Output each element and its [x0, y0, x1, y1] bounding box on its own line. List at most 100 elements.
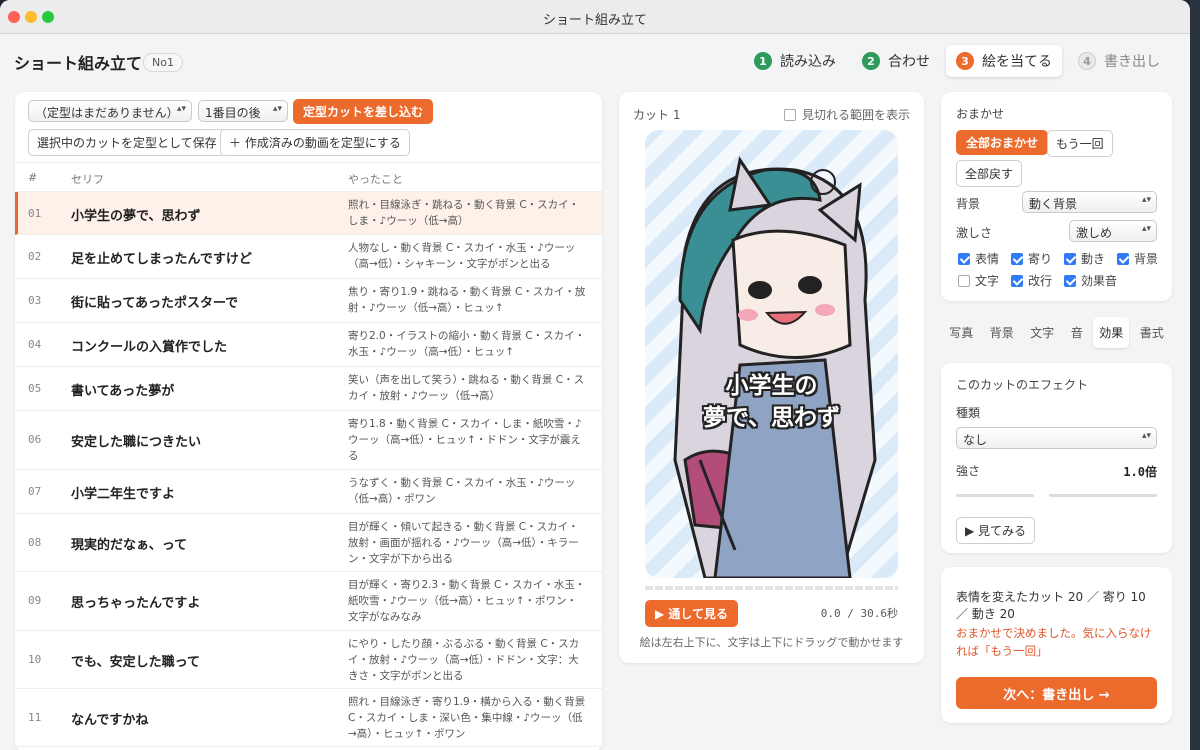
step-label: 合わせ: [888, 54, 930, 70]
table-row[interactable]: 02 足を止めてしまったんですけど 人物なし・動く背景 C・スカイ・水玉・♪ウー…: [15, 235, 602, 279]
summary-note: おまかせで決めました。気に入らなければ「もう一回」: [956, 626, 1152, 658]
table-row[interactable]: 09 思っちゃったんですよ 目が輝く・寄り2.3・動く背景 C・スカイ・水玉・紙…: [15, 572, 602, 631]
check-background[interactable]: 背景: [1117, 250, 1158, 267]
preview-effect-button[interactable]: ▶ 見てみる: [956, 517, 1036, 544]
row-done: 笑い（声を出して笑う）・跳ねる・動く背景 C・スカイ・放射・♪ウーッ（低→高）: [348, 374, 585, 402]
table-row[interactable]: 08 現実的だなぁ、って 目が輝く・傾いて起きる・動く背景 C・スカイ・放射・画…: [15, 514, 602, 572]
preview-canvas[interactable]: 小学生の 夢で、思わず: [645, 130, 898, 578]
step-export[interactable]: 4 書き出し: [1068, 45, 1170, 77]
select-arrows-icon: ▴▾: [1141, 224, 1151, 234]
row-line: なんですかね: [71, 713, 149, 728]
check-sound-effect[interactable]: 効果音: [1064, 272, 1117, 289]
row-number: 02: [28, 250, 42, 263]
table-header: # セリフ やったこと: [15, 162, 602, 192]
row-done: 照れ・目線泳ぎ・跳ねる・動く背景 C・スカイ・しま・♪ウーッ（低→高）: [348, 199, 580, 227]
background-select[interactable]: 動く背景 ▴▾: [1022, 191, 1157, 213]
template-select[interactable]: （定型はまだありません） ▴▾: [28, 100, 192, 122]
check-expression[interactable]: 表情: [958, 250, 999, 267]
checkbox-icon[interactable]: [783, 108, 796, 121]
row-number: 10: [28, 653, 42, 666]
strength-slider-right[interactable]: [1049, 494, 1157, 497]
summary-panel: 表情を変えたカット 20 ／ 寄り 10 ／ 動き 20 おまかせで決めました。…: [941, 567, 1172, 723]
row-line: 小学生の夢で、思わず: [71, 209, 201, 224]
position-select[interactable]: 1番目の後 ▴▾: [198, 100, 288, 122]
intensity-label: 激しさ: [956, 226, 993, 240]
tab-effect[interactable]: 効果: [1093, 316, 1130, 348]
effect-type-select[interactable]: なし ▴▾: [956, 427, 1157, 449]
row-number: 04: [28, 338, 42, 351]
page-title: ショート組み立て: [14, 54, 143, 73]
show-range-toggle[interactable]: 見切れる範囲を表示: [783, 106, 910, 123]
row-number: 09: [28, 594, 42, 607]
checkbox-icon[interactable]: [1117, 252, 1129, 265]
check-linebreak[interactable]: 改行: [1011, 272, 1052, 289]
strength-label: 強さ: [956, 464, 981, 478]
checkbox-icon[interactable]: [1011, 274, 1023, 287]
next-export-button[interactable]: 次へ：書き出し →: [956, 677, 1157, 709]
tab-format[interactable]: 書式: [1134, 317, 1170, 348]
app-header: ショート組み立て No1 1 読み込み 2 合わせ 3 絵を当てる 4 書き出し: [0, 34, 1190, 90]
checkbox-icon[interactable]: [958, 252, 970, 265]
row-line: 書いてあった夢が: [71, 384, 175, 399]
check-label: 動き: [1081, 252, 1106, 266]
caption-line-2: 夢で、思わず: [702, 405, 841, 431]
cut-label: カット 1: [633, 108, 681, 122]
check-text[interactable]: 文字: [958, 272, 999, 289]
reset-all-button[interactable]: 全部戻す: [956, 160, 1023, 187]
step-label: 絵を当てる: [982, 54, 1052, 70]
tab-sound[interactable]: 音: [1065, 317, 1089, 348]
project-badge: No1: [143, 53, 183, 72]
caption-overlay[interactable]: 小学生の 夢で、思わず: [645, 370, 898, 434]
table-row[interactable]: 03 街に貼ってあったポスターで 焦り・寄り1.9・跳ねる・動く背景 C・スカイ…: [15, 279, 602, 323]
background-select-value: 動く背景: [1029, 197, 1078, 211]
save-as-template-button[interactable]: 選択中のカットを定型として保存: [28, 129, 226, 156]
row-done: 照れ・目線泳ぎ・寄り1.9・横から入る・動く背景 C・スカイ・しま・深い色・集中…: [348, 696, 586, 740]
step-nav: 1 読み込み 2 合わせ 3 絵を当てる 4 書き出し: [744, 45, 1170, 77]
row-number: 01: [28, 207, 42, 220]
title-bar: ショート組み立て: [0, 0, 1190, 34]
table-row[interactable]: 10 でも、安定した職って にやり・したり顔・ぶるぶる・動く背景 C・スカイ・放…: [15, 631, 602, 689]
checkbox-icon[interactable]: [1064, 274, 1076, 287]
step-load[interactable]: 1 読み込み: [744, 45, 846, 77]
effect-type-value: なし: [963, 433, 988, 447]
tab-background[interactable]: 背景: [984, 317, 1020, 348]
check-label: 効果音: [1081, 274, 1118, 288]
insert-template-button[interactable]: 定型カットを差し込む: [293, 99, 434, 124]
character-illustration[interactable]: [645, 130, 898, 578]
tab-photo[interactable]: 写真: [943, 317, 979, 348]
strength-slider-left[interactable]: [956, 494, 1034, 497]
row-done: 寄り1.8・動く背景 C・スカイ・しま・紙吹雪・♪ウーッ（高→低）・ヒュッ↑・ド…: [348, 418, 582, 462]
table-row[interactable]: 07 小学二年生ですよ うなずく・動く背景 C・スカイ・水玉・♪ウーッ（低→高）…: [15, 470, 602, 514]
desktop-background: [1190, 0, 1200, 750]
summary-stats: 表情を変えたカット 20 ／ 寄り 10 ／ 動き 20: [956, 590, 1146, 621]
retry-button[interactable]: もう一回: [1047, 130, 1113, 157]
movie-to-template-button[interactable]: ＋ 作成済みの動画を定型にする: [220, 129, 410, 156]
row-number: 03: [28, 294, 42, 307]
checkbox-icon[interactable]: [1064, 252, 1076, 265]
check-zoom[interactable]: 寄り: [1011, 250, 1052, 267]
table-row[interactable]: 04 コンクールの入賞作でした 寄り2.0・イラストの縮小・動く背景 C・スカイ…: [15, 323, 602, 367]
step-match[interactable]: 2 合わせ: [852, 45, 940, 77]
show-range-label: 見切れる範囲を表示: [801, 108, 910, 122]
table-row[interactable]: 05 書いてあった夢が 笑い（声を出して笑う）・跳ねる・動く背景 C・スカイ・放…: [15, 367, 602, 411]
play-through-button[interactable]: ▶ 通して見る: [645, 600, 739, 627]
row-line: でも、安定した職って: [71, 655, 200, 670]
auto-all-button[interactable]: 全部おまかせ: [956, 130, 1049, 155]
template-select-value: （定型はまだありません）: [35, 106, 179, 120]
row-number: 08: [28, 536, 42, 549]
col-header-number: #: [28, 171, 38, 184]
check-label: 改行: [1028, 274, 1053, 288]
table-row[interactable]: 01 小学生の夢で、思わず 照れ・目線泳ぎ・跳ねる・動く背景 C・スカイ・しま・…: [15, 192, 602, 235]
step-number: 3: [956, 52, 974, 70]
check-motion[interactable]: 動き: [1064, 250, 1105, 267]
intensity-select[interactable]: 激しめ ▴▾: [1069, 220, 1157, 242]
step-assign-pictures[interactable]: 3 絵を当てる: [946, 45, 1062, 77]
checkbox-icon[interactable]: [1011, 252, 1023, 265]
table-row[interactable]: 06 安定した職につきたい 寄り1.8・動く背景 C・スカイ・しま・紙吹雪・♪ウ…: [15, 411, 602, 470]
tab-text[interactable]: 文字: [1024, 317, 1060, 348]
table-row[interactable]: 11 なんですかね 照れ・目線泳ぎ・寄り1.9・横から入る・動く背景 C・スカイ…: [15, 689, 602, 747]
step-label: 読み込み: [780, 54, 836, 70]
timeline-scrubber[interactable]: [645, 586, 898, 590]
step-number: 2: [862, 52, 880, 70]
checkbox-icon[interactable]: [958, 274, 970, 287]
